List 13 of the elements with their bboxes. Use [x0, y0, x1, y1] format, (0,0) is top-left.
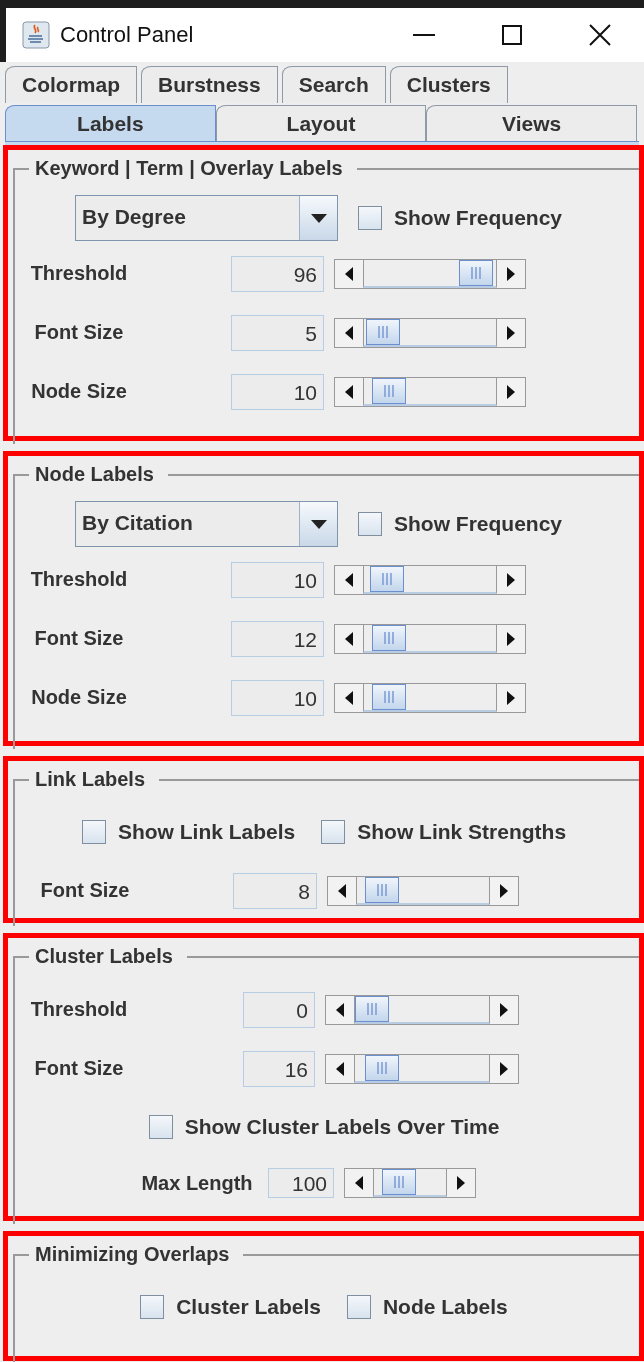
slider-label: Max Length — [140, 1171, 254, 1195]
slider-label: Node Size — [30, 380, 128, 403]
slider-label: Threshold — [29, 262, 129, 285]
slider-label: Font Size — [33, 627, 125, 650]
slider-label: Font Size — [39, 879, 131, 902]
slider-label: Threshold — [29, 998, 129, 1021]
slider-label: Font Size — [33, 1057, 125, 1080]
slider-label: Threshold — [29, 568, 129, 591]
section-title: Minimizing Overlaps — [29, 1243, 244, 1266]
window-title: Control Panel — [60, 22, 195, 48]
slider-label: Font Size — [33, 321, 125, 344]
section-title: Keyword | Term | Overlay Labels — [29, 157, 357, 180]
slider-label: Node Size — [30, 686, 128, 709]
